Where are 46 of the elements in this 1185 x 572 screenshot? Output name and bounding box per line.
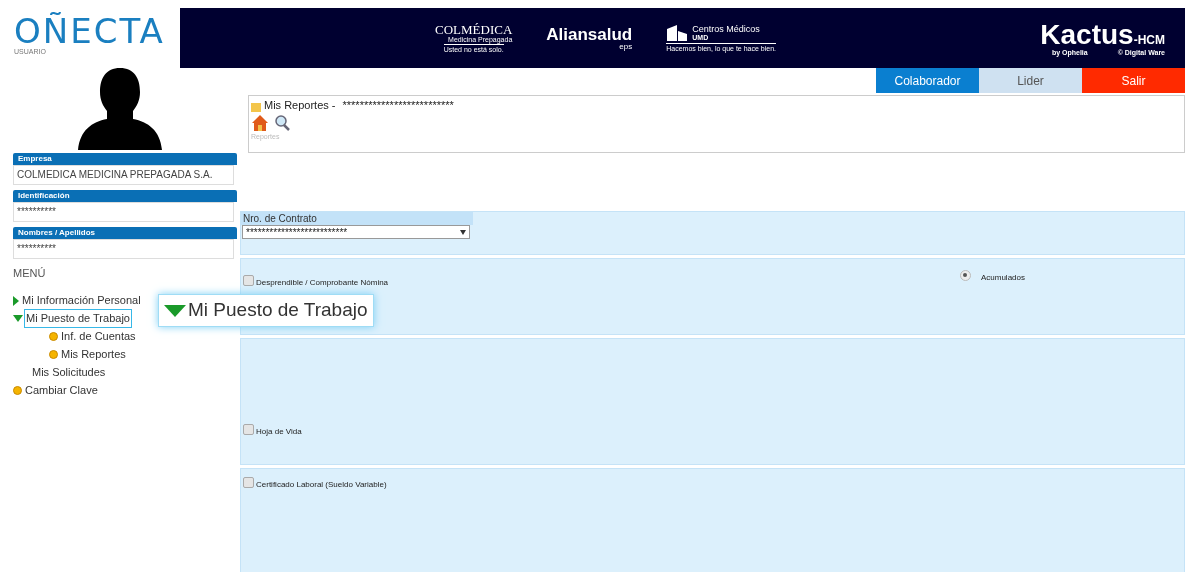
menu-item[interactable]: Mis Solicitudes [31,364,107,381]
menu-item[interactable]: Cambiar Clave [24,382,99,399]
option-label: Hoja de Vida [256,426,302,438]
triangle-right-icon [13,295,19,306]
option-label: Certificado Laboral (Sueldo Variable) [256,479,387,491]
partner-logo-sub: eps [619,42,633,51]
checkbox[interactable] [243,423,254,435]
product-logo-suffix: -HCM [1133,33,1165,46]
triangle-down-icon [164,304,186,317]
bullet-icon [13,386,22,395]
contract-select[interactable]: ************************** [242,225,470,239]
field-label: Nombres / Apellidos [13,227,237,239]
menu-item[interactable]: Mi Puesto de Trabajo [25,310,131,327]
triangle-down-icon [13,315,23,322]
building-icon [666,24,689,41]
field-value: COLMEDICA MEDICINA PREPAGADA S.A. [13,165,234,185]
radio-button[interactable] [959,269,971,281]
brand-logo: OÑECTA [14,14,166,48]
menu-item[interactable]: Inf. de Cuentas [60,328,137,345]
role-tab[interactable]: Colaborador [876,68,979,93]
menu-title: MENÚ [13,266,47,281]
checkbox[interactable] [243,476,254,488]
contract-label: Nro. de Contrato [241,212,473,225]
panel-code: ************************** [342,98,454,113]
product-logo-name: Kactus [1040,20,1134,49]
home-icon[interactable] [251,113,269,132]
field-value: ********** [13,202,234,222]
panel-title: Mis Reportes - [264,98,336,113]
option-label: Acumulados [980,272,1025,284]
partner-logo-name: Aliansalud [546,25,633,43]
dropdown-caret-icon [460,229,466,235]
search-icon[interactable] [273,113,291,132]
partner-logo-name: COLMÉDICA [435,23,513,36]
partner-logo-name: Centros Médicos [692,24,760,34]
menu-item[interactable]: Mis Reportes [60,346,127,363]
field-value: ********** [13,239,234,259]
bullet-icon [49,350,58,359]
checkbox[interactable] [243,274,254,286]
role-tab[interactable]: Lider [979,68,1082,93]
bullet-icon [49,332,58,341]
field-label: Identificación [13,190,237,202]
callout-label: Mi Puesto de Trabajo [188,298,368,323]
field-label: Empresa [13,153,237,165]
menu-item[interactable]: Mi Información Personal [21,292,142,309]
option-label: Desprendible / Comprobante Nómina [256,277,389,289]
role-tab[interactable]: Salir [1082,68,1185,93]
